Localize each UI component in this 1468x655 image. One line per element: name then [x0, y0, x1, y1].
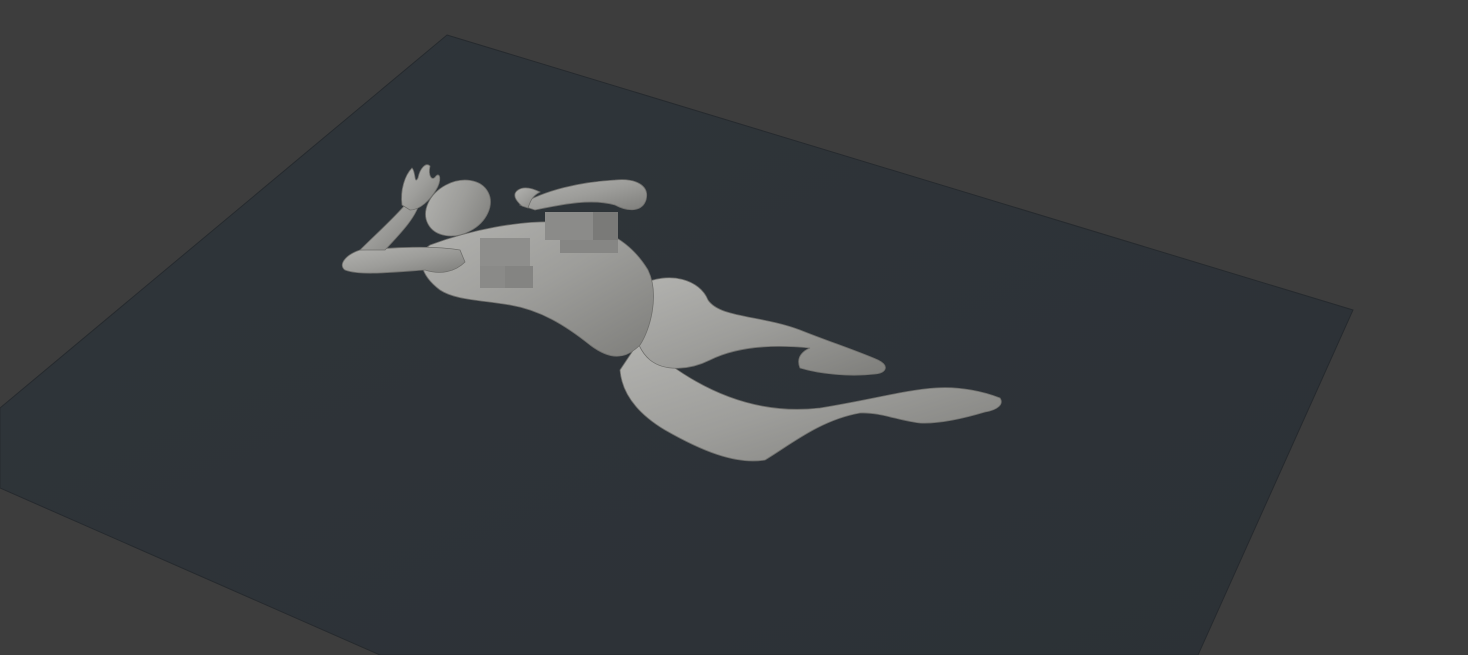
viewport-canvas[interactable] [0, 0, 1468, 655]
mesh-arm-left [341, 246, 466, 274]
3d-viewport[interactable] [0, 0, 1468, 655]
